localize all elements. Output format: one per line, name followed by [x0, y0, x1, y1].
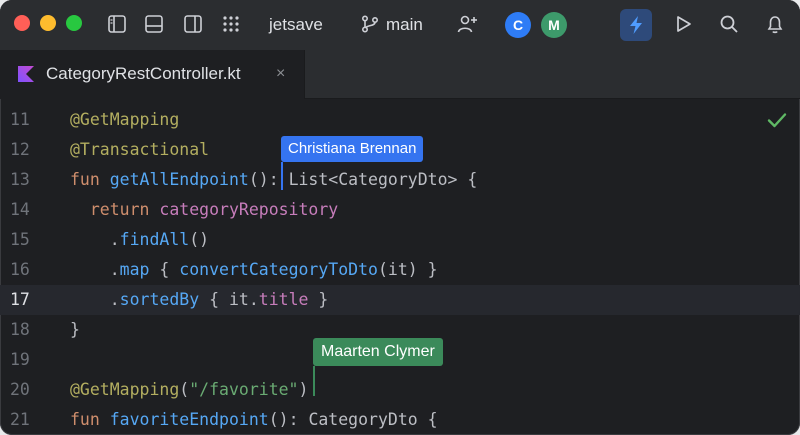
line-number: 17	[10, 290, 30, 309]
line-number: 15	[10, 230, 30, 249]
code-text: @GetMapping	[70, 110, 180, 129]
zoom-window-button[interactable]	[66, 15, 82, 31]
sidebar-right-icon[interactable]	[181, 12, 205, 36]
code-text: }	[70, 320, 80, 339]
sidebar-left-icon[interactable]	[105, 12, 129, 36]
current-code-line: 17 .sortedBy { it.title }	[0, 285, 800, 315]
close-tab-icon[interactable]: ×	[276, 65, 285, 83]
add-user-icon[interactable]	[455, 12, 479, 36]
collaborator-label-maarten: Maarten Clymer	[313, 338, 443, 366]
code-text: @GetMapping("/favorite")	[70, 380, 309, 399]
run-icon[interactable]	[671, 12, 695, 36]
line-number: 13	[10, 170, 30, 189]
line-number: 18	[10, 320, 30, 339]
code-line: 21 fun favoriteEndpoint(): CategoryDto {	[0, 405, 800, 435]
collaborator-label-christiana: Christiana Brennan	[281, 136, 424, 162]
title-bar: jetsave main C M	[0, 0, 800, 51]
code-text: return categoryRepository	[89, 200, 339, 219]
ai-bolt-icon[interactable]	[620, 9, 652, 41]
code-text: .map { convertCategoryToDto(it) }	[70, 260, 438, 279]
line-number: 12	[10, 140, 30, 159]
search-icon[interactable]	[717, 12, 741, 36]
code-text: .findAll()	[70, 230, 210, 249]
line-number: 16	[10, 260, 30, 279]
kotlin-file-icon	[18, 66, 34, 82]
collaborator-caret-christiana	[281, 162, 283, 190]
panel-bottom-icon[interactable]	[142, 12, 166, 36]
avatar-m[interactable]: M	[541, 12, 567, 38]
branch-name[interactable]: main	[386, 14, 423, 36]
ide-window: jetsave main C M CategoryRestController.…	[0, 0, 800, 435]
bell-icon[interactable]	[763, 12, 787, 36]
minimize-window-button[interactable]	[40, 15, 56, 31]
line-number: 21	[10, 410, 30, 429]
line-number: 19	[10, 350, 30, 369]
code-line: 16 .map { convertCategoryToDto(it) }	[0, 255, 800, 285]
line-number: 11	[10, 110, 30, 129]
branch-icon[interactable]	[358, 12, 382, 36]
avatar-c[interactable]: C	[505, 12, 531, 38]
inspection-ok-check-icon[interactable]	[766, 109, 788, 131]
code-line: 13 fun getAllEndpoint(): List<CategoryDt…	[0, 165, 800, 195]
project-name[interactable]: jetsave	[269, 14, 323, 36]
code-line: 14 return categoryRepository	[0, 195, 800, 225]
tab-category-rest-controller[interactable]: CategoryRestController.kt ×	[0, 50, 305, 99]
code-line: 15 .findAll()	[0, 225, 800, 255]
code-text: fun favoriteEndpoint(): CategoryDto {	[70, 410, 438, 429]
line-number: 14	[10, 200, 30, 219]
code-text: @Transactional	[70, 140, 210, 159]
code-text: .sortedBy { it.title }	[70, 290, 329, 309]
code-line: 20 @GetMapping("/favorite")	[0, 375, 800, 405]
close-window-button[interactable]	[14, 15, 30, 31]
tab-title: CategoryRestController.kt	[46, 64, 241, 83]
grid-icon[interactable]	[219, 12, 243, 36]
collaborator-caret-maarten	[313, 366, 315, 396]
code-text: fun getAllEndpoint(): List<CategoryDto> …	[70, 170, 478, 189]
editor-tab-bar: CategoryRestController.kt ×	[0, 50, 800, 99]
line-number: 20	[10, 380, 30, 399]
code-line: 11 @GetMapping	[0, 105, 800, 135]
